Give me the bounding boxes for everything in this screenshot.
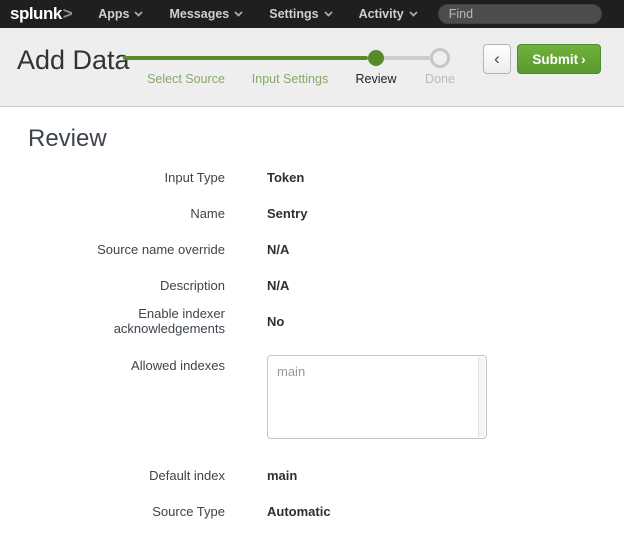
review-row-allowed-indexes: Allowed indexes main [28,355,624,439]
field-value: No [267,314,284,329]
nav-item-apps[interactable]: Apps [98,7,143,21]
nav-item-messages[interactable]: Messages [169,7,243,21]
field-label: Default index [28,468,225,483]
stepper-progress-track [123,56,368,60]
nav-item-activity[interactable]: Activity [359,7,418,21]
textarea-scrollbar[interactable] [478,357,485,437]
splunk-logo-text: splunk [10,4,62,23]
field-label: Enable indexer acknowledgements [28,306,225,336]
field-value: N/A [267,242,289,257]
field-label: Source Type [28,504,225,519]
chevron-down-icon [134,11,143,17]
chevron-right-icon: › [581,52,586,67]
nav-item-apps-label: Apps [98,7,129,21]
wizard-header: Add Data Select Source Input Settings Re… [0,28,624,107]
top-nav-bar: splunk> Apps Messages Settings Activity [0,0,624,28]
back-button[interactable]: ‹ [483,44,511,74]
field-label: Name [28,206,225,221]
nav-item-messages-label: Messages [169,7,229,21]
review-row-input-type: Input Type Token [28,159,624,195]
submit-button-label: Submit [532,52,578,67]
field-value: Sentry [267,206,307,221]
stepper-current-dot [368,50,384,66]
field-value: Token [267,170,304,185]
review-panel: Review Input Type Token Name Sentry Sour… [0,125,624,529]
review-row-default-index: Default index main [28,457,624,493]
step-label-select-source: Select Source [147,72,225,86]
review-row-name: Name Sentry [28,195,624,231]
chevron-down-icon [324,11,333,17]
splunk-logo[interactable]: splunk> [10,4,72,24]
splunk-add-data-page: splunk> Apps Messages Settings Activity … [0,0,624,558]
find-input[interactable] [438,4,602,24]
field-label: Description [28,278,225,293]
review-row-source-type: Source Type Automatic [28,493,624,529]
review-row-description: Description N/A [28,267,624,303]
review-row-indexer-acknowledgements: Enable indexer acknowledgements No [28,303,624,339]
step-label-input-settings: Input Settings [252,72,328,86]
chevron-down-icon [234,11,243,17]
chevron-down-icon [409,11,418,17]
field-label: Input Type [28,170,225,185]
nav-item-settings[interactable]: Settings [269,7,332,21]
nav-item-settings-label: Settings [269,7,318,21]
field-value: Automatic [267,504,331,519]
field-label: Allowed indexes [28,355,225,373]
field-value: N/A [267,278,289,293]
chevron-left-icon: ‹ [494,49,500,68]
submit-button[interactable]: Submit› [517,44,601,74]
allowed-indexes-textarea[interactable]: main [267,355,487,439]
allowed-indexes-value: main [277,364,305,379]
step-label-review: Review [356,72,397,86]
splunk-logo-chevron-icon: > [63,4,72,23]
field-value: main [267,468,297,483]
nav-item-activity-label: Activity [359,7,404,21]
review-heading: Review [28,125,624,153]
step-label-done: Done [425,72,455,86]
stepper-done-circle [430,48,450,68]
field-label: Source name override [28,242,225,257]
stepper-remaining-track [376,56,430,60]
review-row-source-name-override: Source name override N/A [28,231,624,267]
